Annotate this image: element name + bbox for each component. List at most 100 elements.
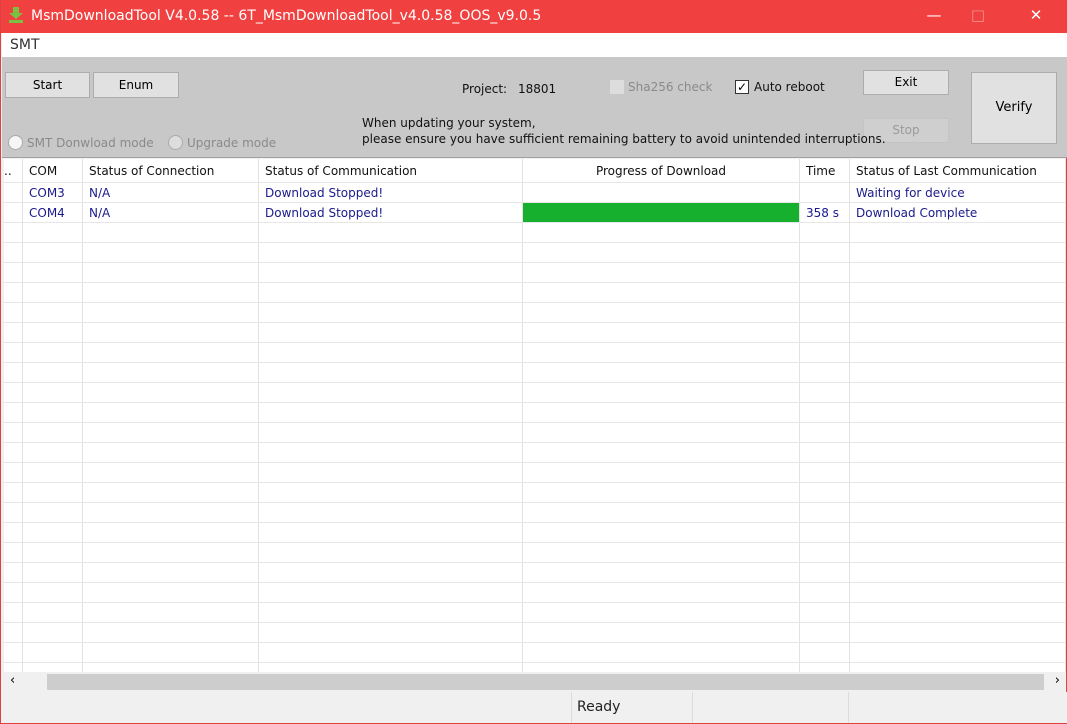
- cell-last-communication: [850, 263, 1066, 282]
- start-button[interactable]: Start: [5, 72, 90, 98]
- project-label: Project:: [462, 82, 508, 96]
- cell-index: [4, 423, 23, 442]
- cell-last-communication: Waiting for device: [850, 183, 1066, 202]
- cell-connection: [83, 263, 259, 282]
- table-row[interactable]: [4, 283, 1066, 303]
- cell-com: [23, 303, 83, 322]
- cell-connection: [83, 403, 259, 422]
- cell-progress: [523, 603, 800, 622]
- table-row[interactable]: [4, 663, 1066, 672]
- cell-progress: [523, 403, 800, 422]
- cell-time: [800, 183, 850, 202]
- cell-progress: [523, 423, 800, 442]
- table-row[interactable]: [4, 443, 1066, 463]
- verify-button[interactable]: Verify: [971, 72, 1057, 144]
- cell-com: [23, 583, 83, 602]
- cell-last-communication: [850, 623, 1066, 642]
- cell-com: [23, 523, 83, 542]
- auto-reboot-checkbox[interactable]: ✓: [735, 80, 749, 94]
- cell-time: [800, 383, 850, 402]
- cell-communication: [259, 263, 523, 282]
- cell-progress: [523, 503, 800, 522]
- cell-last-communication: [850, 563, 1066, 582]
- table-row[interactable]: [4, 523, 1066, 543]
- cell-communication: [259, 643, 523, 662]
- table-row[interactable]: [4, 303, 1066, 323]
- col-com[interactable]: COM: [23, 159, 83, 182]
- table-row[interactable]: [4, 483, 1066, 503]
- table-row[interactable]: [4, 323, 1066, 343]
- cell-com: [23, 403, 83, 422]
- col-index[interactable]: ..: [4, 159, 23, 182]
- cell-com: [23, 563, 83, 582]
- table-row[interactable]: [4, 403, 1066, 423]
- scroll-right-icon[interactable]: ›: [1055, 673, 1060, 688]
- cell-com: [23, 323, 83, 342]
- close-button[interactable]: ✕: [1021, 6, 1051, 26]
- cell-com: [23, 463, 83, 482]
- cell-connection: [83, 283, 259, 302]
- table-row[interactable]: [4, 563, 1066, 583]
- cell-last-communication: [850, 323, 1066, 342]
- col-time[interactable]: Time: [800, 159, 850, 182]
- cell-index: [4, 463, 23, 482]
- table-row[interactable]: [4, 503, 1066, 523]
- col-last-communication[interactable]: Status of Last Communication: [850, 159, 1066, 182]
- cell-progress: [523, 303, 800, 322]
- cell-time: [800, 623, 850, 642]
- sha256-label: Sha256 check: [628, 80, 713, 94]
- upgrade-mode-radio[interactable]: [168, 135, 183, 150]
- table-row[interactable]: [4, 363, 1066, 383]
- minimize-button[interactable]: —: [919, 6, 949, 26]
- cell-connection: [83, 583, 259, 602]
- table-row[interactable]: COM4 N/A Download Stopped! 358 s Download Co…: [4, 203, 1066, 223]
- cell-progress: [523, 643, 800, 662]
- horizontal-scrollbar[interactable]: ‹ ›: [4, 672, 1066, 692]
- table-row[interactable]: [4, 243, 1066, 263]
- enum-button[interactable]: Enum: [93, 72, 179, 98]
- cell-last-communication: [850, 503, 1066, 522]
- table-row[interactable]: [4, 343, 1066, 363]
- cell-progress: [523, 443, 800, 462]
- cell-time: [800, 603, 850, 622]
- table-row[interactable]: [4, 223, 1066, 243]
- table-row[interactable]: [4, 543, 1066, 563]
- cell-communication: [259, 383, 523, 402]
- scroll-left-icon[interactable]: ‹: [10, 673, 15, 688]
- cell-last-communication: [850, 303, 1066, 322]
- cell-com: [23, 283, 83, 302]
- cell-communication: Download Stopped!: [259, 203, 523, 222]
- cell-connection: [83, 563, 259, 582]
- smt-mode-radio[interactable]: [8, 135, 23, 150]
- table-row[interactable]: [4, 603, 1066, 623]
- col-communication[interactable]: Status of Communication: [259, 159, 523, 182]
- exit-button[interactable]: Exit: [863, 70, 949, 95]
- cell-time: [800, 283, 850, 302]
- table-row[interactable]: [4, 383, 1066, 403]
- cell-progress: [523, 483, 800, 502]
- cell-index: [4, 283, 23, 302]
- table-row[interactable]: [4, 643, 1066, 663]
- col-connection[interactable]: Status of Connection: [83, 159, 259, 182]
- scrollbar-thumb[interactable]: [47, 674, 1044, 690]
- table-row[interactable]: [4, 623, 1066, 643]
- table-row[interactable]: [4, 583, 1066, 603]
- table-row[interactable]: [4, 263, 1066, 283]
- table-row[interactable]: [4, 423, 1066, 443]
- cell-com: [23, 603, 83, 622]
- tab-smt[interactable]: SMT: [10, 37, 40, 53]
- notice-line-2: please ensure you have sufficient remain…: [362, 132, 886, 146]
- cell-index: [4, 623, 23, 642]
- col-progress[interactable]: Progress of Download: [523, 159, 800, 182]
- cell-progress: [523, 223, 800, 242]
- cell-communication: [259, 443, 523, 462]
- cell-index: [4, 543, 23, 562]
- cell-communication: [259, 583, 523, 602]
- cell-progress: [523, 183, 800, 202]
- table-row[interactable]: [4, 463, 1066, 483]
- cell-com: [23, 423, 83, 442]
- download-arrow-icon: [9, 7, 23, 23]
- table-row[interactable]: COM3 N/A Download Stopped! Waiting for devi…: [4, 183, 1066, 203]
- cell-com: COM4: [23, 203, 83, 222]
- maximize-button[interactable]: □: [963, 6, 993, 26]
